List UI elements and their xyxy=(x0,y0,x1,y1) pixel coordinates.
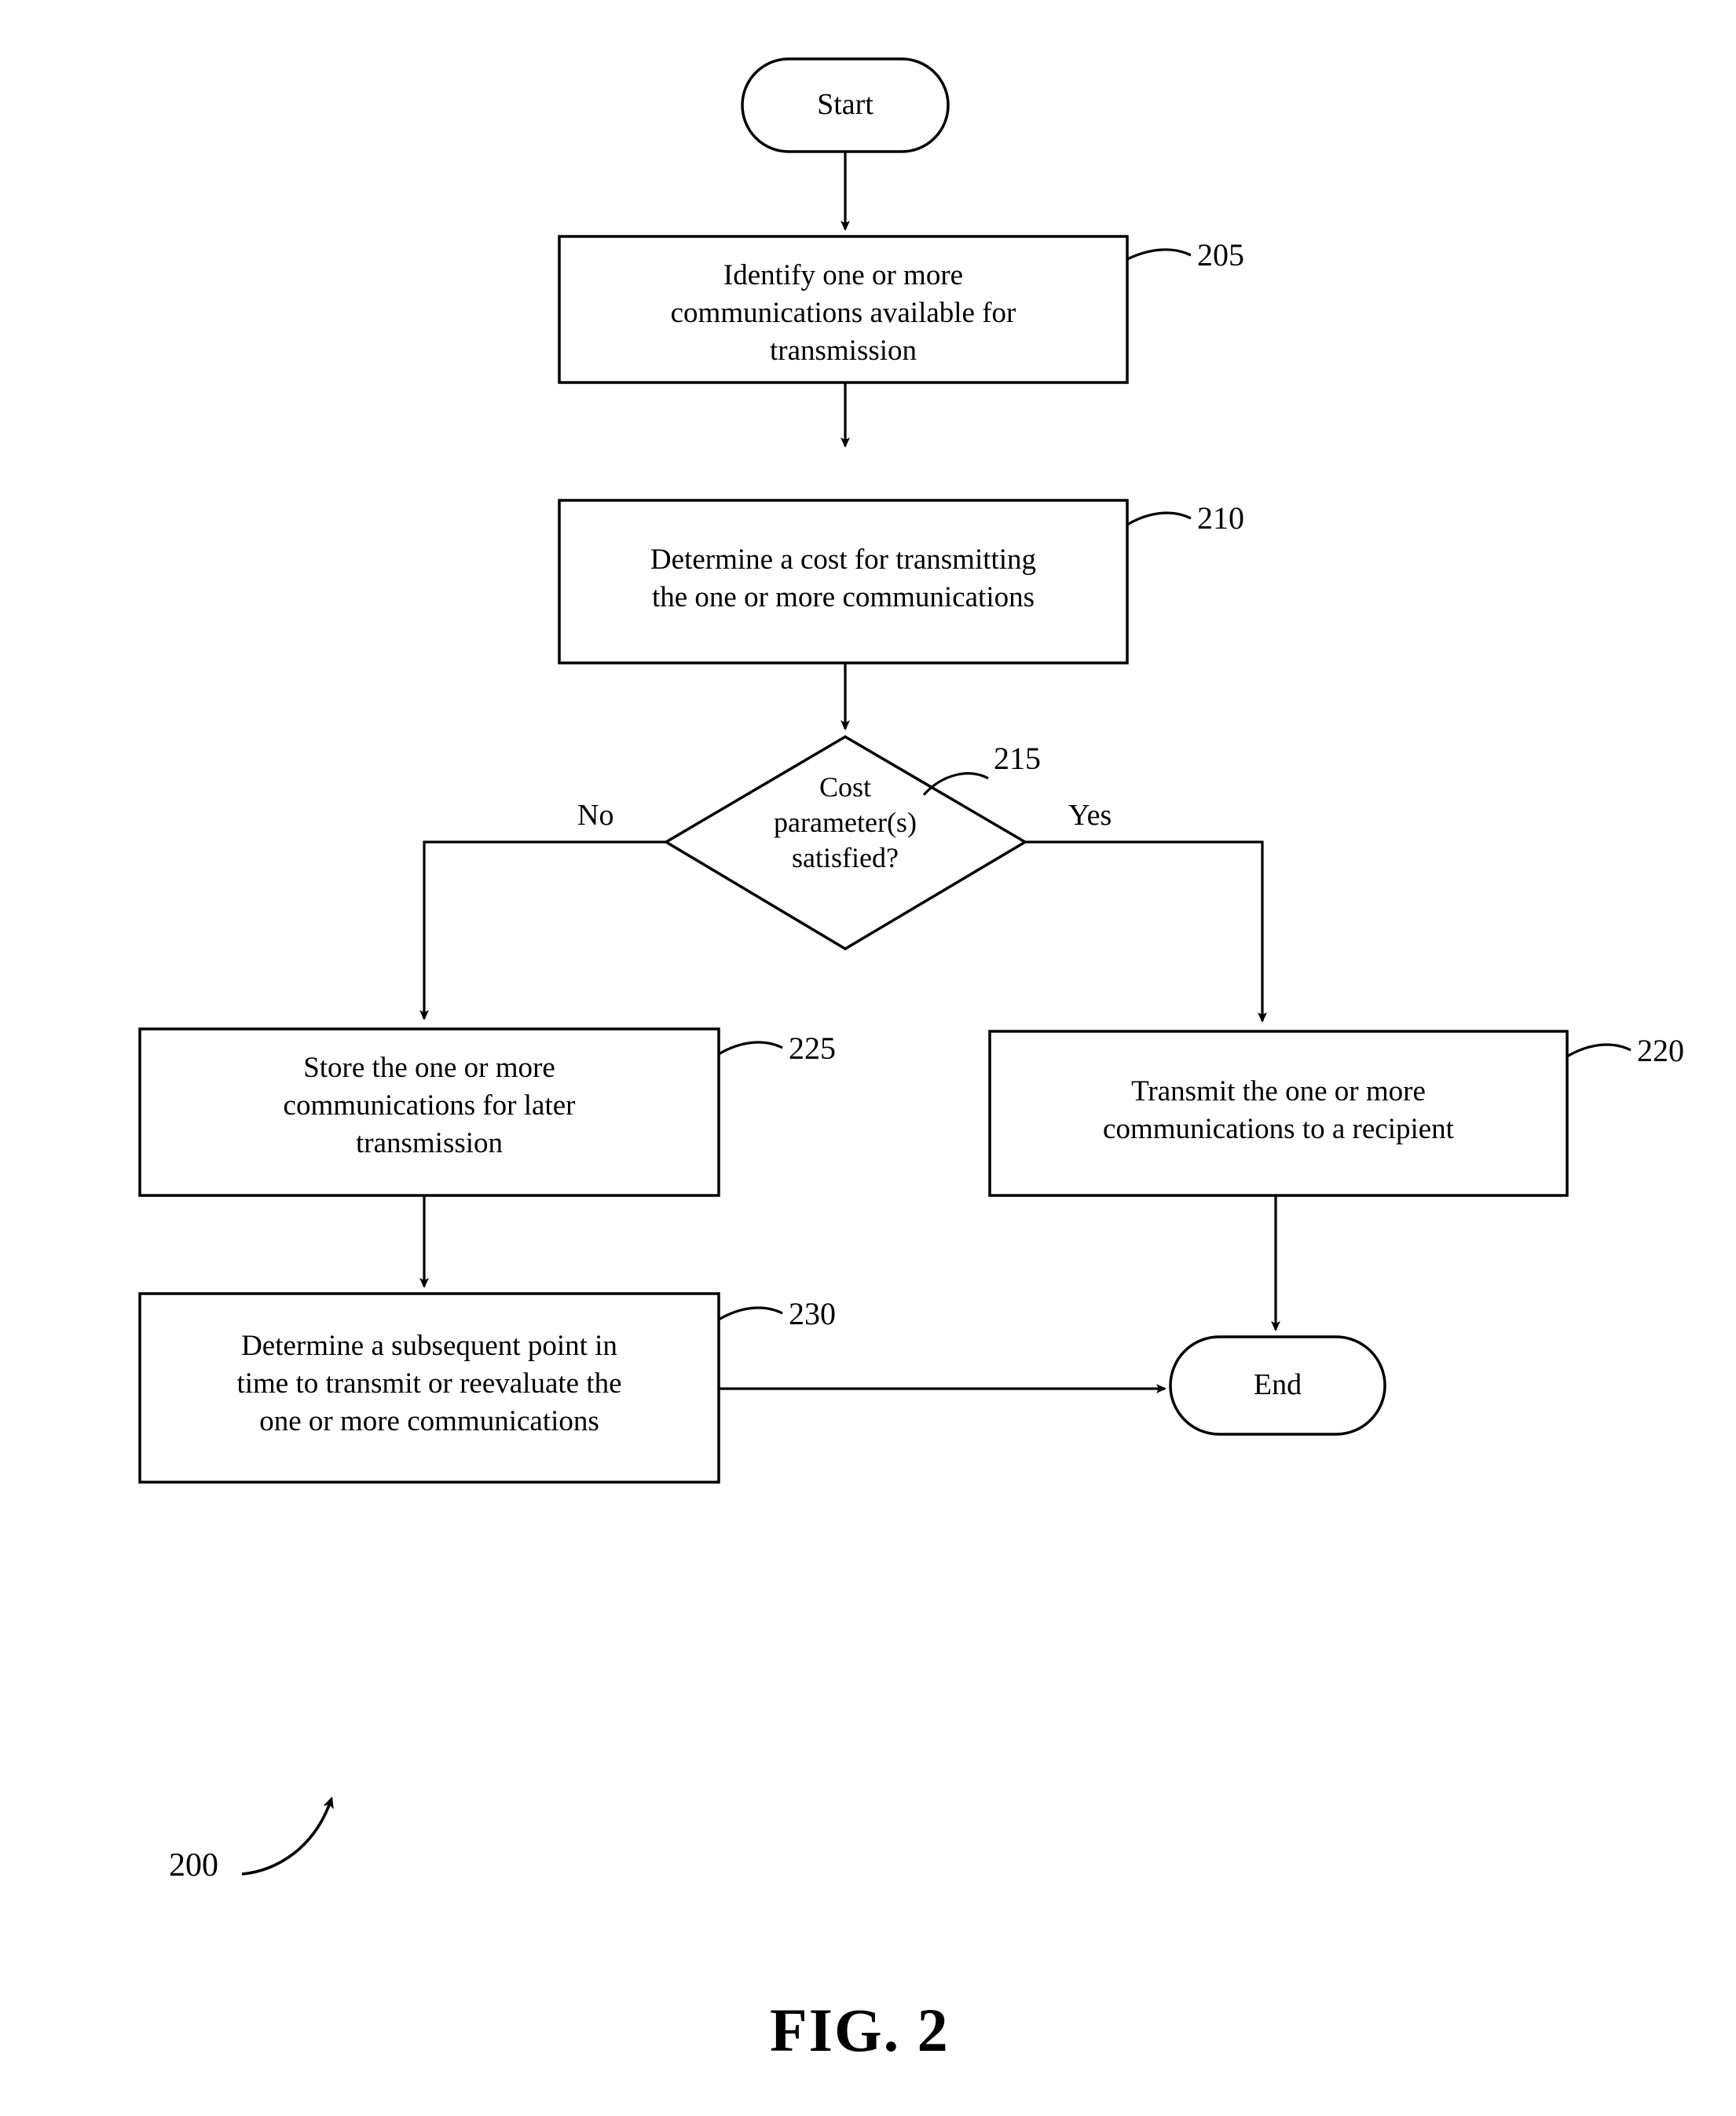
reference-numeral-210: 210 xyxy=(1197,500,1244,536)
leader-line-210 xyxy=(1126,511,1192,526)
connector-no-branch xyxy=(419,840,666,1020)
reference-numeral-225: 225 xyxy=(789,1031,836,1066)
figure-caption: FIG. 2 xyxy=(770,1996,950,2064)
end-terminator-label: End xyxy=(1253,1368,1302,1401)
reference-numeral-220: 220 xyxy=(1637,1033,1684,1068)
leader-line-205 xyxy=(1126,248,1192,261)
leader-line-225 xyxy=(718,1041,783,1056)
decision-diamond-215-shape xyxy=(663,734,1028,951)
start-terminator-label: Start xyxy=(817,88,873,121)
process-box-205-shape xyxy=(558,235,1129,384)
figure-reference-numeral: 200 xyxy=(169,1847,218,1884)
leader-line-230 xyxy=(718,1306,783,1321)
branch-label-no: No xyxy=(577,799,614,832)
process-box-220-shape xyxy=(988,1030,1569,1197)
flowchart-canvas xyxy=(138,57,1632,1876)
leader-line-220 xyxy=(1566,1043,1632,1058)
patent-figure-page: Start Identify one or more communication… xyxy=(0,0,1736,2116)
branch-label-yes: Yes xyxy=(1068,799,1112,832)
reference-numeral-230: 230 xyxy=(789,1296,836,1331)
process-box-230-shape xyxy=(138,1292,720,1484)
figure-reference-arrow xyxy=(241,1796,334,1876)
reference-numeral-215: 215 xyxy=(994,741,1041,776)
connector-yes-branch xyxy=(1025,840,1267,1023)
process-box-225-shape xyxy=(138,1027,720,1197)
reference-numeral-205: 205 xyxy=(1197,237,1244,273)
process-box-210-shape xyxy=(558,499,1129,664)
